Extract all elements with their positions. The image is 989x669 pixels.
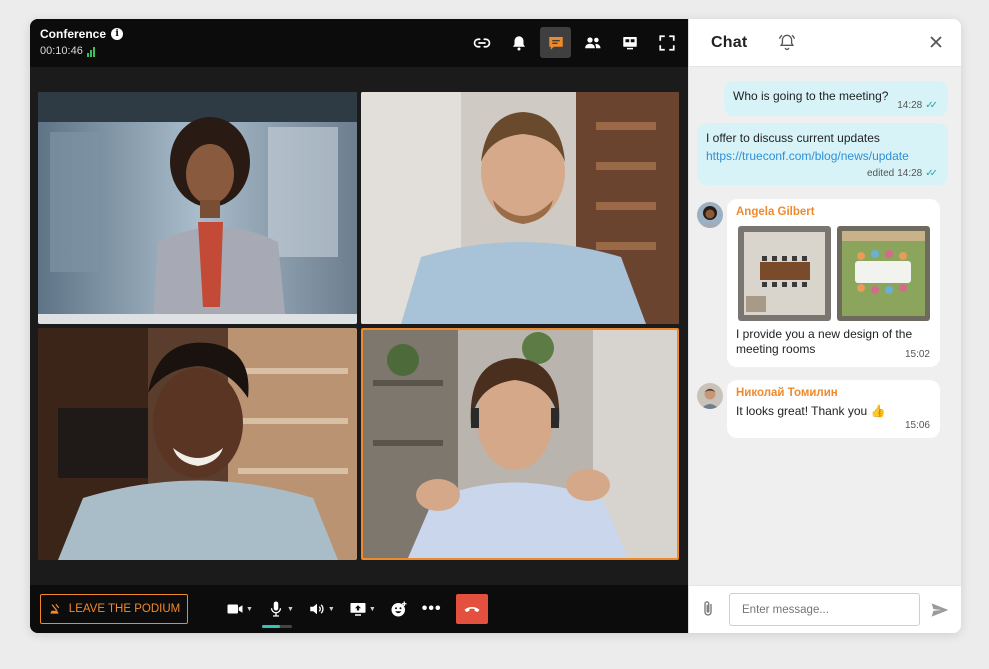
message-sender[interactable]: Angela Gilbert xyxy=(736,206,815,218)
avatar[interactable] xyxy=(697,202,723,228)
send-icon[interactable] xyxy=(930,600,950,620)
message-time: 14:28 xyxy=(897,168,923,179)
chevron-down-icon[interactable]: ▼ xyxy=(328,606,335,613)
message-link[interactable]: https://trueconf.com/blog/news/update xyxy=(706,149,909,163)
chevron-down-icon[interactable]: ▼ xyxy=(287,606,294,613)
layout-icon[interactable] xyxy=(614,27,645,58)
video-tile[interactable] xyxy=(361,92,679,324)
paperclip-icon[interactable] xyxy=(699,600,717,618)
microphone-level-meter xyxy=(261,625,292,628)
conference-topbar: Conference i 00:10:46 xyxy=(30,19,688,67)
video-tile[interactable] xyxy=(361,328,679,560)
edited-label: edited xyxy=(866,168,895,179)
reactions-control[interactable] xyxy=(390,600,408,618)
message-input[interactable] xyxy=(729,593,920,626)
chevron-down-icon[interactable]: ▼ xyxy=(246,606,253,613)
message-time: 15:02 xyxy=(904,349,930,360)
bell-icon[interactable] xyxy=(503,27,534,58)
video-tile[interactable] xyxy=(38,328,357,560)
conference-timer-row: 00:10:46 xyxy=(40,45,95,57)
chevron-down-icon[interactable]: ▼ xyxy=(369,606,376,613)
message-sender[interactable]: Николай Томилин xyxy=(736,387,838,399)
top-toolbar xyxy=(466,27,682,58)
read-receipt-icon: ✓✓ xyxy=(925,168,938,179)
conference-panel: Conference i 00:10:46 LEAVE THE PODIUM ▼… xyxy=(30,19,688,633)
microphone-control[interactable]: ▼ xyxy=(261,600,294,628)
read-receipt-icon: ✓✓ xyxy=(925,100,938,111)
speaker-icon xyxy=(310,603,324,615)
more-icon[interactable]: ••• xyxy=(422,600,442,618)
chat-title: Chat xyxy=(711,34,748,51)
link-icon[interactable] xyxy=(466,27,497,58)
camera-icon xyxy=(227,604,243,614)
message-text: Who is going to the meeting? xyxy=(733,89,889,103)
message-meta: 14:28 ✓✓ xyxy=(897,100,938,111)
chat-header: Chat xyxy=(689,19,961,67)
hangup-button[interactable] xyxy=(455,594,488,624)
app-window: Conference i 00:10:46 LEAVE THE PODIUM ▼… xyxy=(30,19,961,633)
chat-message-incoming: Angela Gilbert I provide you a new desig… xyxy=(727,199,940,367)
message-text: I provide you a new design of the meetin… xyxy=(736,327,913,356)
reactions-icon xyxy=(391,601,407,617)
attachment-image[interactable] xyxy=(738,226,831,321)
message-meta: edited 14:28 ✓✓ xyxy=(867,168,938,179)
camera-control[interactable]: ▼ xyxy=(226,600,253,618)
conference-timer: 00:10:46 xyxy=(40,45,83,57)
chat-message-outgoing: I offer to discuss current updates https… xyxy=(697,123,948,185)
screen-share-icon xyxy=(350,603,366,616)
media-controls: ▼ ▼ ▼ ▼ ••• xyxy=(226,594,488,628)
avatar[interactable] xyxy=(697,383,723,409)
chat-message-incoming: Николай Томилин It looks great! Thank yo… xyxy=(727,380,940,438)
participants-icon[interactable] xyxy=(577,27,608,58)
conference-title: Conference xyxy=(40,27,107,41)
message-text: It looks great! Thank you 👍 xyxy=(736,404,886,418)
chat-message-outgoing: Who is going to the meeting? 14:28 ✓✓ xyxy=(724,81,948,116)
leave-podium-button[interactable]: LEAVE THE PODIUM xyxy=(40,594,188,624)
conference-title-row: Conference i xyxy=(40,27,124,41)
hangup-icon xyxy=(464,606,480,612)
signal-strength-icon xyxy=(86,47,95,57)
speaker-control[interactable]: ▼ xyxy=(308,600,335,618)
fullscreen-icon[interactable] xyxy=(651,27,682,58)
microphone-icon xyxy=(270,601,282,617)
message-time: 14:28 xyxy=(897,100,923,111)
screen-share-control[interactable]: ▼ xyxy=(349,600,376,618)
chat-panel: Chat Who is going to the meeting? 14:28 … xyxy=(688,19,961,633)
message-time: 15:06 xyxy=(904,420,930,431)
conference-bottombar: LEAVE THE PODIUM ▼ ▼ ▼ ▼ ••• xyxy=(30,585,688,633)
bell-ring-icon[interactable] xyxy=(777,32,797,52)
info-icon[interactable]: i xyxy=(111,28,124,40)
attachment-image[interactable] xyxy=(837,226,930,321)
message-text: I offer to discuss current updates xyxy=(706,131,880,145)
chat-composer xyxy=(689,585,961,633)
close-icon[interactable] xyxy=(928,34,944,50)
leave-podium-label: LEAVE THE PODIUM xyxy=(68,603,181,615)
chat-icon[interactable] xyxy=(540,27,571,58)
video-grid xyxy=(38,92,679,560)
video-tile[interactable] xyxy=(38,92,357,324)
leave-podium-icon xyxy=(50,603,60,614)
